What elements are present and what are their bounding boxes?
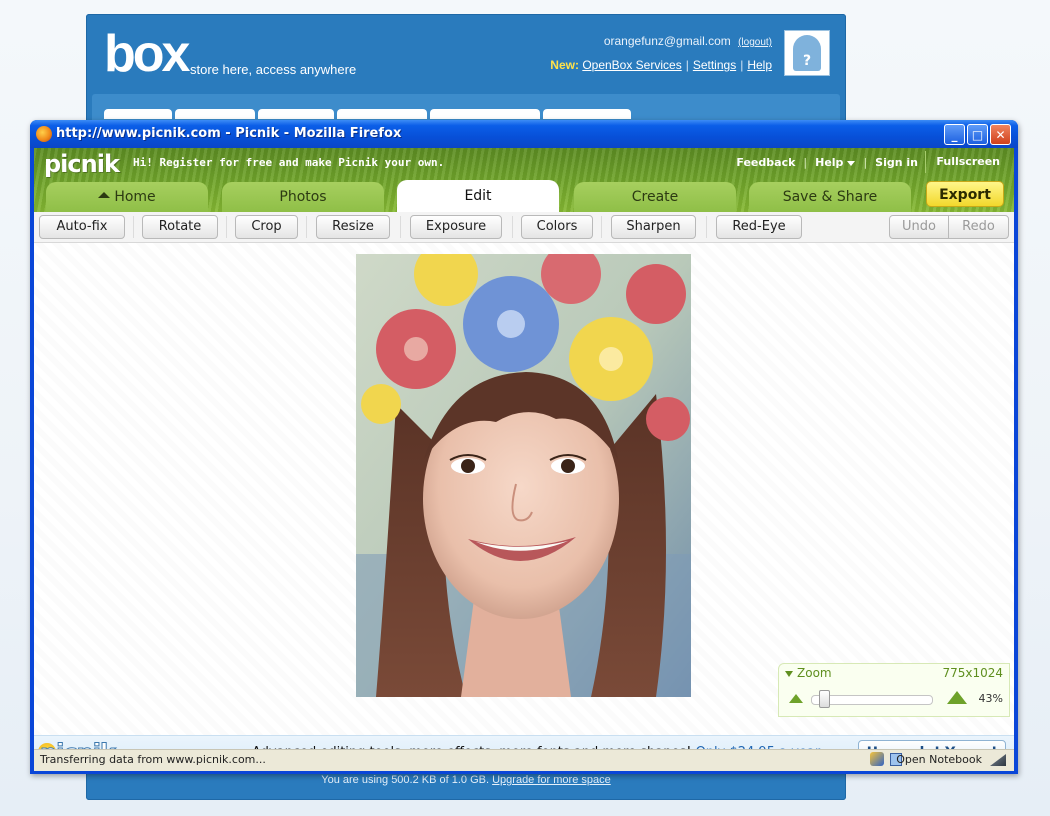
crop-button[interactable]: Crop: [235, 215, 298, 239]
export-button[interactable]: Export: [926, 181, 1004, 207]
box-tab[interactable]: [430, 109, 540, 119]
user-avatar-icon: ?: [793, 35, 821, 71]
window-titlebar[interactable]: http://www.picnik.com - Picnik - Mozilla…: [30, 120, 1018, 148]
logout-link[interactable]: (logout): [738, 37, 772, 48]
close-button[interactable]: ✕: [990, 124, 1011, 145]
account-email: orangefunz@gmail.com: [603, 34, 731, 48]
status-bar: Transferring data from www.picnik.com...…: [34, 749, 1014, 771]
open-notebook-link[interactable]: Open Notebook: [896, 753, 982, 766]
storage-usage: You are using 500.2 KB of 1.0 GB. Upgrad…: [86, 774, 846, 786]
box-tab[interactable]: [175, 109, 255, 119]
status-text: Transferring data from www.picnik.com...: [40, 753, 266, 766]
home-icon: [98, 192, 111, 198]
portrait-photo-image: [356, 254, 691, 697]
auto-fix-button[interactable]: Auto-fix: [39, 215, 125, 239]
tab-photos[interactable]: Photos: [222, 182, 384, 212]
tab-save-share[interactable]: Save & Share: [749, 182, 911, 212]
fullscreen-button[interactable]: Fullscreen: [925, 151, 1010, 173]
register-message[interactable]: Hi! Register for free and make Picnik yo…: [133, 156, 444, 169]
colors-button[interactable]: Colors: [521, 215, 593, 239]
box-tagline: store here, access anywhere: [190, 62, 357, 77]
box-account: orangefunz@gmail.com (logout): [604, 34, 772, 48]
red-eye-button[interactable]: Red-Eye: [716, 215, 802, 239]
avatar[interactable]: ?: [784, 30, 830, 76]
upgrade-storage-link[interactable]: Upgrade for more space: [492, 774, 611, 786]
image-dimensions: 775x1024: [942, 666, 1003, 680]
settings-link[interactable]: Settings: [693, 58, 736, 72]
new-label: New:: [550, 58, 579, 72]
maximize-button[interactable]: □: [967, 124, 988, 145]
help-link[interactable]: Help: [747, 58, 772, 72]
box-tab[interactable]: [543, 109, 631, 119]
zoom-panel: Zoom 775x1024 43%: [778, 663, 1010, 717]
edited-photo[interactable]: [356, 254, 691, 697]
resize-grip-icon[interactable]: [990, 754, 1006, 766]
zoom-label: Zoom: [797, 666, 832, 680]
undo-button[interactable]: Undo: [889, 215, 949, 239]
resize-button[interactable]: Resize: [316, 215, 390, 239]
zoom-percent: 43%: [978, 692, 1003, 705]
tab-edit[interactable]: Edit: [397, 180, 559, 212]
feedback-link[interactable]: Feedback: [736, 156, 795, 169]
storage-usage-text: You are using 500.2 KB of 1.0 GB.: [321, 774, 490, 786]
picnik-logo[interactable]: picnik: [44, 150, 120, 178]
photo-canvas[interactable]: Zoom 775x1024 43%: [34, 243, 1014, 735]
tab-home-label: Home: [114, 189, 156, 205]
box-tab[interactable]: [337, 109, 427, 119]
rotate-button[interactable]: Rotate: [142, 215, 218, 239]
addon-icon[interactable]: [870, 752, 884, 766]
collapse-triangle-icon: [785, 671, 793, 677]
help-menu-label: Help: [815, 156, 844, 169]
redo-button[interactable]: Redo: [948, 215, 1009, 239]
sign-in-link[interactable]: Sign in: [875, 156, 918, 169]
box-logo[interactable]: box: [104, 28, 190, 80]
firefox-icon: [36, 126, 52, 142]
picnik-header: picnik Hi! Register for free and make Pi…: [34, 148, 1014, 212]
tab-home[interactable]: Home: [46, 182, 208, 212]
box-nav-links: New: OpenBox Services | Settings | Help: [550, 58, 772, 72]
browser-content: picnik Hi! Register for free and make Pi…: [34, 148, 1014, 770]
help-menu[interactable]: Help: [815, 156, 856, 169]
tab-create[interactable]: Create: [574, 182, 736, 212]
zoom-out-icon[interactable]: [789, 694, 803, 703]
zoom-toggle[interactable]: Zoom: [785, 666, 832, 680]
edit-toolbar: Auto-fix Rotate Crop Resize Exposure Col…: [34, 212, 1014, 243]
openbox-services-link[interactable]: OpenBox Services: [582, 58, 681, 72]
zoom-slider-thumb[interactable]: [818, 690, 830, 708]
minimize-button[interactable]: _: [944, 124, 965, 145]
sharpen-button[interactable]: Sharpen: [611, 215, 696, 239]
chevron-down-icon: [847, 160, 856, 166]
zoom-in-icon[interactable]: [947, 691, 967, 704]
firefox-window: http://www.picnik.com - Picnik - Mozilla…: [30, 120, 1018, 774]
top-links: Feedback | Help | Sign in: [736, 156, 918, 169]
box-tab[interactable]: [104, 109, 172, 119]
box-tab[interactable]: [258, 109, 334, 119]
exposure-button[interactable]: Exposure: [410, 215, 502, 239]
window-title: http://www.picnik.com - Picnik - Mozilla…: [56, 126, 402, 141]
